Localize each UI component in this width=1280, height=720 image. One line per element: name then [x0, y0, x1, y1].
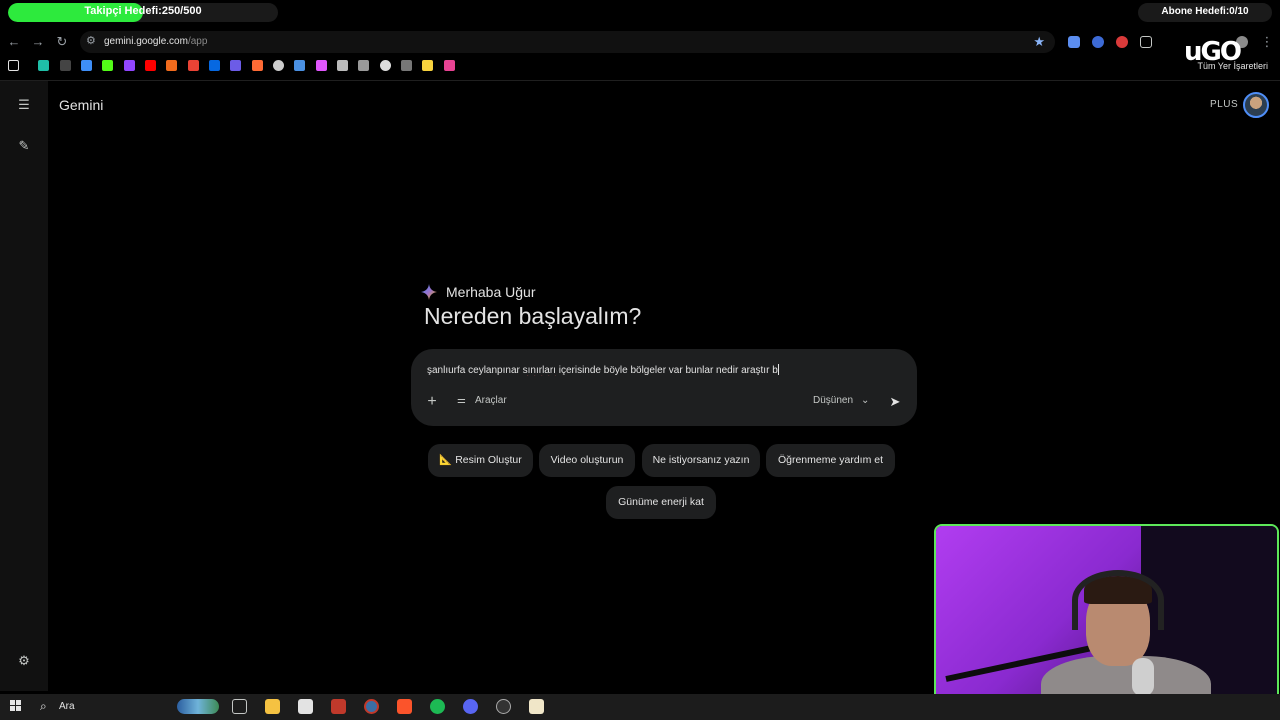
obs-icon[interactable] — [496, 699, 511, 714]
bookmark-gray-icon[interactable] — [358, 60, 369, 71]
reload-button[interactable]: ↻ — [54, 34, 70, 50]
webcam-overlay — [934, 524, 1279, 718]
user-avatar[interactable] — [1243, 92, 1269, 118]
red-extension-icon[interactable] — [1116, 36, 1128, 48]
task-view-icon[interactable] — [232, 699, 247, 714]
bookmark-refresh-icon[interactable] — [401, 60, 412, 71]
send-button[interactable]: ➤ — [887, 394, 903, 410]
gemini-spark-icon — [421, 284, 437, 300]
chrome-icon[interactable] — [364, 699, 379, 714]
follower-goal-bar: Takipçi Hedefi:250/500 — [8, 3, 278, 22]
bookmark-bluesky-icon[interactable] — [81, 60, 92, 71]
plan-badge[interactable]: PLUS — [1210, 99, 1238, 110]
chip-help-me-learn[interactable]: Öğrenmeme yardım et — [766, 444, 895, 477]
all-bookmarks-link[interactable]: Tüm Yer İşaretleri — [1197, 61, 1268, 71]
bookmark-gemini-icon[interactable] — [294, 60, 305, 71]
file-explorer-icon[interactable] — [265, 699, 280, 714]
settings-gear-icon[interactable]: ⚙ — [16, 653, 32, 669]
bookmark-gmail-icon[interactable] — [188, 60, 199, 71]
bookmark-teal-icon[interactable] — [38, 60, 49, 71]
bookmark-yellow-icon[interactable] — [422, 60, 433, 71]
taskbar-search-label: Ara — [59, 701, 75, 712]
browser-menu-icon[interactable]: ⋮ — [1259, 34, 1275, 50]
bookmark-star-icon[interactable]: ★ — [1033, 34, 1045, 50]
bookmark-openai-icon[interactable] — [273, 60, 284, 71]
bookmark-circle-icon[interactable] — [380, 60, 391, 71]
prompt-input[interactable]: şanlıurfa ceylanpınar sınırları içerisin… — [427, 364, 897, 376]
forward-button[interactable]: → — [30, 34, 46, 50]
back-button[interactable]: ← — [6, 34, 22, 50]
bookmark-meta-icon[interactable] — [209, 60, 220, 71]
bookmark-twitch-icon[interactable] — [124, 60, 135, 71]
windows-start-icon[interactable] — [10, 700, 22, 712]
bookmark-orange-icon[interactable] — [166, 60, 177, 71]
address-bar[interactable]: ⚙ gemini.google.com/app ★ — [80, 31, 1055, 53]
toolbar-divider — [0, 80, 1280, 81]
follower-goal-text: Takipçi Hedefi:250/500 — [84, 5, 202, 17]
stream-overlay-bar: Takipçi Hedefi:250/500 Abone Hedefi:0/10 — [0, 0, 1280, 24]
chip-energize-day[interactable]: Günüme enerji kat — [606, 486, 716, 519]
taskbar-widget-icon[interactable] — [177, 699, 219, 714]
tools-button[interactable]: ⚌ Araçlar — [457, 395, 507, 411]
menu-icon[interactable]: ☰ — [16, 97, 32, 113]
headline: Nereden başlayalım? — [424, 303, 642, 329]
brave-icon[interactable] — [397, 699, 412, 714]
read-aloud-extension-icon[interactable] — [1092, 36, 1104, 48]
chevron-down-icon: ⌄ — [861, 395, 870, 406]
bookmark-kick-icon[interactable] — [102, 60, 113, 71]
bookmarks-bar: Tüm Yer İşaretleri — [0, 58, 1280, 76]
bookmark-red-icon[interactable] — [444, 60, 455, 71]
chip-write-anything[interactable]: Ne istiyorsanız yazın — [642, 444, 760, 477]
spotify-icon[interactable] — [430, 699, 445, 714]
model-selector[interactable]: Düşünen ⌄ — [813, 395, 869, 406]
headset — [1072, 570, 1164, 630]
browser-toolbar: ← → ↻ ⚙ gemini.google.com/app ★ ⋮ — [0, 30, 1280, 54]
windows-taskbar: ⌕ Ara — [0, 694, 1280, 720]
microphone — [1132, 658, 1154, 696]
chip-create-video[interactable]: Video oluşturun — [539, 444, 635, 477]
prompt-input-box[interactable]: şanlıurfa ceylanpınar sınırları içerisin… — [411, 349, 917, 426]
capcut-icon[interactable] — [298, 699, 313, 714]
app-title[interactable]: Gemini — [59, 97, 103, 113]
tools-sliders-icon: ⚌ — [457, 395, 466, 406]
subscriber-goal-text: Abone Hedefi:0/10 — [1161, 6, 1249, 17]
extensions-puzzle-icon[interactable] — [1140, 36, 1152, 48]
bookmark-pink-icon[interactable] — [316, 60, 327, 71]
new-chat-icon[interactable]: ✎ — [16, 138, 32, 154]
add-attachment-button[interactable]: + — [425, 393, 439, 411]
bookmark-claude-icon[interactable] — [252, 60, 263, 71]
red-app-icon[interactable] — [331, 699, 346, 714]
gemini-sidebar: ☰ ✎ ⚙ — [0, 81, 48, 691]
chip-create-image[interactable]: 📐 Resim Oluştur — [428, 444, 533, 477]
bookmark-flask-icon[interactable] — [337, 60, 348, 71]
site-info-icon[interactable]: ⚙ — [86, 34, 100, 48]
bookmark-youtube-icon[interactable] — [145, 60, 156, 71]
bookmark-x-icon[interactable] — [60, 60, 71, 71]
subscriber-goal-bar: Abone Hedefi:0/10 — [1138, 3, 1272, 22]
url-text[interactable]: gemini.google.com/app — [104, 36, 207, 47]
search-icon: ⌕ — [40, 699, 47, 713]
apps-grid-icon[interactable] — [8, 60, 19, 71]
translate-extension-icon[interactable] — [1068, 36, 1080, 48]
notepad-icon[interactable] — [529, 699, 544, 714]
discord-icon[interactable] — [463, 699, 478, 714]
bookmark-purple-icon[interactable] — [230, 60, 241, 71]
greeting-text: Merhaba Uğur — [446, 284, 536, 300]
